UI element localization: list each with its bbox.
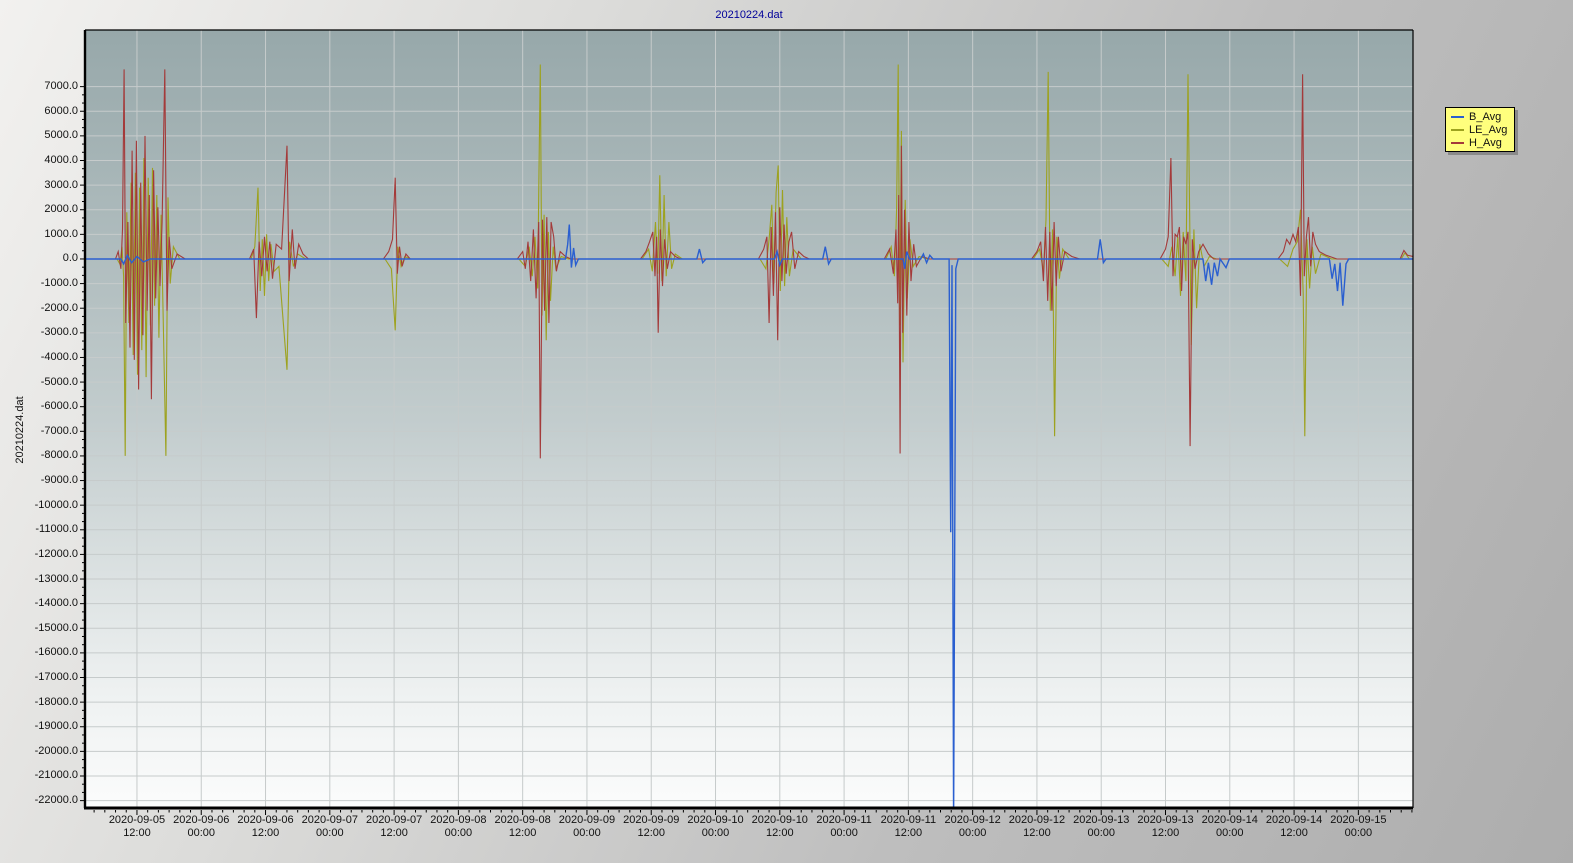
y-axis-tick-label: 3000.0 (44, 178, 78, 191)
y-axis-tick-label: -13000.0 (34, 572, 78, 585)
x-axis-tick-label: 2020-09-15 00:00 (1330, 814, 1387, 839)
y-axis-tick-label: -19000.0 (34, 720, 78, 733)
series-line-swatch (1451, 141, 1464, 144)
y-axis-tick-label: 2000.0 (44, 203, 78, 216)
y-axis-tick-label: -7000.0 (40, 424, 78, 437)
y-axis-tick-label: -15000.0 (34, 621, 78, 634)
y-axis-tick-label: -17000.0 (34, 671, 78, 683)
legend-entry-h-avg[interactable]: H_Avg (1451, 136, 1507, 149)
y-axis-tick-label: -21000.0 (34, 769, 78, 782)
y-axis-tick-label: -1000.0 (40, 277, 78, 290)
y-axis-tick-label: 7000.0 (44, 80, 78, 93)
y-axis-tick-label: -2000.0 (40, 301, 78, 314)
series-line-swatch (1451, 115, 1464, 118)
y-axis-tick-label: -10000.0 (34, 498, 78, 511)
y-axis-tick-label: 4000.0 (44, 153, 78, 166)
y-axis-tick-label: 1000.0 (44, 227, 78, 240)
y-axis-tick-label: -16000.0 (34, 646, 78, 659)
legend-entry-b-avg[interactable]: B_Avg (1451, 110, 1507, 123)
legend-label: H_Avg (1469, 136, 1502, 149)
y-axis-tick-label: -3000.0 (40, 326, 78, 339)
y-axis-tick-label: 5000.0 (44, 129, 78, 142)
series-line-swatch (1451, 128, 1464, 131)
y-axis-tick-label: 0.0 (62, 252, 78, 265)
y-axis-tick-label: -8000.0 (40, 449, 78, 462)
y-axis-tick-label: 6000.0 (44, 104, 78, 117)
legend-entry-le-avg[interactable]: LE_Avg (1451, 123, 1507, 136)
y-axis-tick-label: -5000.0 (40, 375, 78, 388)
y-axis-tick-label: -18000.0 (34, 695, 78, 708)
y-axis-tick-label: -11000.0 (35, 523, 78, 536)
y-axis-tick-label: -14000.0 (34, 597, 78, 610)
legend-label: LE_Avg (1469, 123, 1508, 136)
y-axis-tick-label: -12000.0 (34, 547, 78, 560)
legend[interactable]: B_Avg LE_Avg H_Avg (1445, 107, 1516, 152)
chart-window: 20210224.dat 20210224.dat 7000.0 6000.0 50… (0, 0, 1573, 863)
y-axis-tick-label: -4000.0 (40, 350, 78, 363)
plot-area[interactable] (0, 0, 1573, 863)
legend-label: B_Avg (1469, 110, 1502, 123)
y-axis-tick-label: -20000.0 (34, 744, 78, 757)
y-axis-tick-label: -22000.0 (34, 794, 78, 807)
y-axis-tick-label: -9000.0 (40, 474, 78, 487)
y-axis-tick-label: -6000.0 (40, 400, 78, 413)
